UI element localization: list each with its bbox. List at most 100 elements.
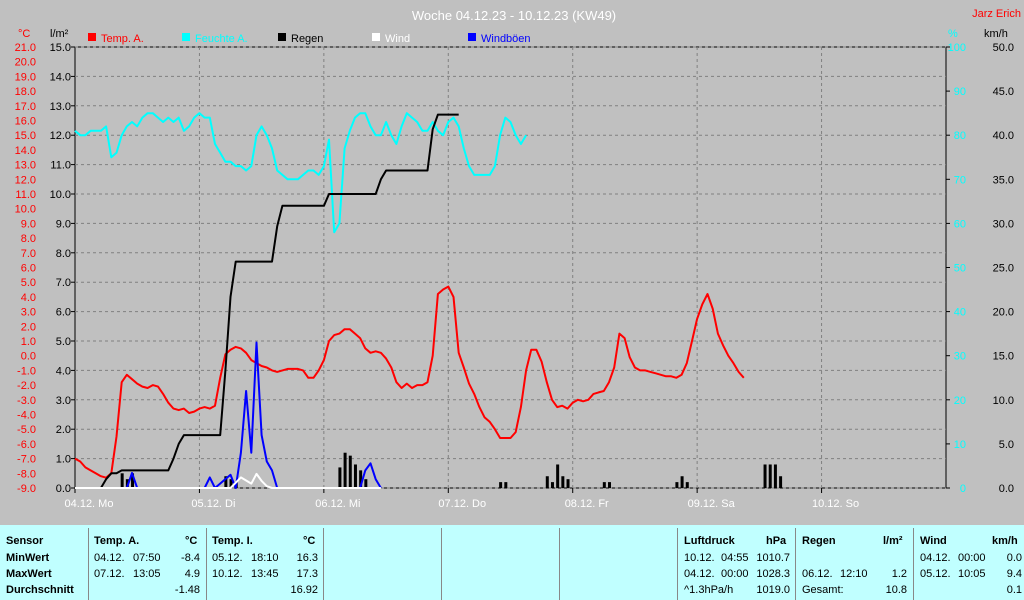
rain-bar <box>608 482 612 488</box>
column-divider <box>323 528 324 600</box>
wind-header: Wind <box>920 535 947 547</box>
wind-max-date: 05.12. <box>920 568 951 580</box>
luftdruck-min-date: 10.12. <box>684 552 715 564</box>
rain-bar <box>685 482 689 488</box>
temp-axis-label: 21.0 <box>15 42 36 54</box>
temp-a-min-date: 04.12. <box>94 552 125 564</box>
temp-axis-label: 18.0 <box>15 86 36 98</box>
wind-min-date: 04.12. <box>920 552 951 564</box>
temp-axis-label: 0.0 <box>21 351 36 363</box>
legend-label: Temp. A. <box>101 33 144 45</box>
row-label-avg: Durchschnitt <box>6 584 74 596</box>
wind-avg-value: 0.1 <box>1006 584 1022 596</box>
temp-i-header: Temp. I. <box>212 535 253 547</box>
rain-bar <box>566 479 570 488</box>
hum-axis-label: 80 <box>954 130 966 142</box>
legend-swatch <box>88 33 96 41</box>
column-divider <box>88 528 89 600</box>
wind-axis-label: 45.0 <box>993 86 1014 98</box>
temp-axis-label: -9.0 <box>17 483 36 495</box>
rain-bar <box>675 482 679 488</box>
rain-axis-label: 5.0 <box>56 336 71 348</box>
temp-axis-label: 11.0 <box>15 189 36 201</box>
hum-axis-label: 100 <box>948 42 966 54</box>
regen-header: Regen <box>802 535 836 547</box>
x-axis-label: 10.12. So <box>812 498 859 510</box>
wind-axis-label: 40.0 <box>993 130 1014 142</box>
rain-bar <box>348 455 352 488</box>
legend-swatch <box>278 33 286 41</box>
hum-axis-label: 70 <box>954 174 966 186</box>
hum-axis-label: 20 <box>954 395 966 407</box>
rain-bar <box>561 476 565 488</box>
wind-axis-label: 0.0 <box>999 483 1014 495</box>
temp-axis-label: -4.0 <box>17 410 36 422</box>
wind-axis-label: 20.0 <box>993 307 1014 319</box>
wind-axis-label: 35.0 <box>993 174 1014 186</box>
rain-bar <box>499 482 503 488</box>
rain-bar <box>364 479 368 488</box>
regen-max-time: 12:10 <box>840 568 868 580</box>
temp-axis-label: 2.0 <box>21 321 36 333</box>
temp-axis-label: 16.0 <box>15 116 36 128</box>
luftdruck-trend: ^1.3hPa/h <box>684 584 734 596</box>
rain-axis-label: 1.0 <box>56 454 71 466</box>
wind-axis-label: 30.0 <box>993 218 1014 230</box>
rain-axis-label: 12.0 <box>50 130 71 142</box>
temp-axis-label: 5.0 <box>21 277 36 289</box>
rain-bar <box>120 473 124 488</box>
temp-i-max-value: 17.3 <box>296 568 318 580</box>
temp-i-unit: °C <box>303 535 316 547</box>
rain-bar <box>556 464 560 488</box>
temp-a-min-value: -8.4 <box>181 552 200 564</box>
rain-bar <box>353 464 357 488</box>
temp-axis-label: 3.0 <box>21 307 36 319</box>
temp-axis-label: 14.0 <box>15 145 36 157</box>
x-axis-label: 07.12. Do <box>438 498 486 510</box>
x-axis-label: 04.12. Mo <box>65 498 114 510</box>
row-label-max: MaxWert <box>6 568 52 580</box>
temp-a-max-value: 4.9 <box>184 568 200 580</box>
wind-axis-label: 50.0 <box>993 42 1014 54</box>
row-label-min: MinWert <box>6 552 50 564</box>
legend-label: Feuchte A. <box>195 33 248 45</box>
x-axis-label: 05.12. Di <box>191 498 235 510</box>
rain-axis-label: 11.0 <box>50 160 71 172</box>
temp-a-max-date: 07.12. <box>94 568 125 580</box>
x-axis-label: 08.12. Fr <box>565 498 609 510</box>
rain-bar <box>768 464 772 488</box>
temp-axis-label: 13.0 <box>15 160 36 172</box>
x-axis-label: 06.12. Mi <box>315 498 360 510</box>
legend-swatch <box>468 33 476 41</box>
rain-axis-label: 15.0 <box>50 42 71 54</box>
temp-axis-label: 6.0 <box>21 263 36 275</box>
rain-bar <box>773 464 777 488</box>
rain-axis-label: 10.0 <box>50 189 71 201</box>
chart-grid <box>74 46 947 489</box>
column-divider <box>913 528 914 600</box>
rain-bar <box>343 452 347 488</box>
hum-axis-label: 10 <box>954 439 966 451</box>
hum-axis-label: 0 <box>960 483 966 495</box>
temp-i-min-value: 16.3 <box>296 552 318 564</box>
column-divider <box>441 528 442 600</box>
temp-axis-label: 9.0 <box>21 218 36 230</box>
rain-axis-label: 0.0 <box>56 483 71 495</box>
temp-axis-label: 10.0 <box>15 204 36 216</box>
temp-axis-label: -7.0 <box>17 454 36 466</box>
wind-axis-label: 10.0 <box>993 395 1014 407</box>
rain-bar <box>338 467 342 488</box>
legend-label: Wind <box>385 33 410 45</box>
temp-axis-label: 20.0 <box>15 57 36 69</box>
regen-max-date: 06.12. <box>802 568 833 580</box>
hum-axis-label: 40 <box>954 307 966 319</box>
temp-a-max-time: 13:05 <box>133 568 161 580</box>
temp-i-max-date: 10.12. <box>212 568 243 580</box>
sensor-header: Sensor <box>6 535 44 547</box>
column-divider <box>795 528 796 600</box>
legend-swatch <box>372 33 380 41</box>
hum-axis-label: 60 <box>954 218 966 230</box>
rain-axis-label: 3.0 <box>56 395 71 407</box>
rain-axis-label: 6.0 <box>56 307 71 319</box>
luftdruck-avg-value: 1019.0 <box>756 584 790 596</box>
